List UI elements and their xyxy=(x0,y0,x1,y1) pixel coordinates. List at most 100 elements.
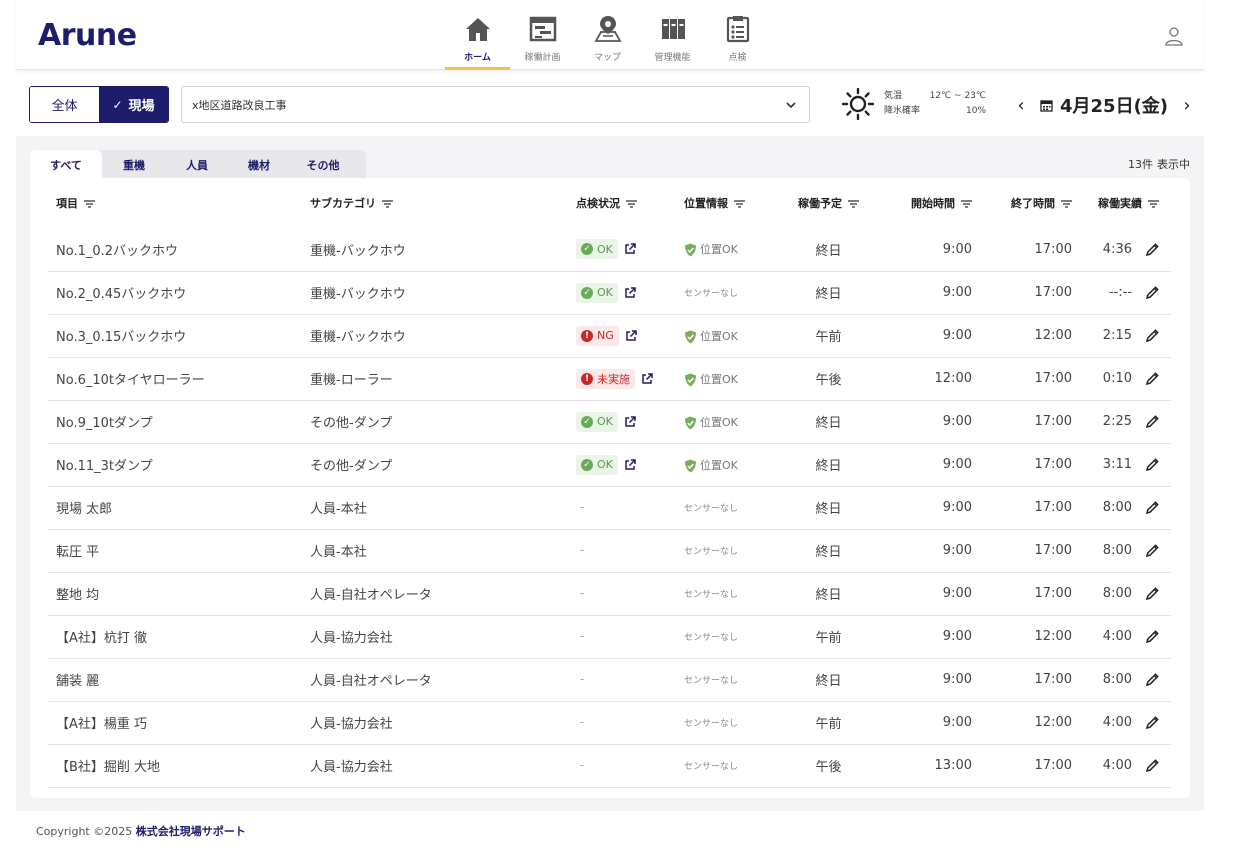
table-row[interactable]: No.3_0.15バックホウ 重機-バックホウ! NG 位置OK 午前 9:00 12:00… xyxy=(48,314,1171,358)
edit-pencil-icon[interactable] xyxy=(1146,501,1159,514)
filter-icon[interactable] xyxy=(626,200,637,208)
cell-start-time: 9:00 xyxy=(876,529,974,573)
nav-item-schedule[interactable]: 稼働計画 xyxy=(510,14,575,70)
company-name[interactable]: 株式会社現場サポート xyxy=(136,825,246,838)
table-row[interactable]: 現場 太郎 人員-本社 - センサーなし 終日 9:00 17:00 8:00 xyxy=(48,486,1171,530)
edit-pencil-icon[interactable] xyxy=(1146,242,1159,256)
table-row[interactable]: 整地 均人員-自社オペレータ - センサーなし 終日 9:00 17:00 8:00 xyxy=(48,572,1171,616)
edit-pencil-icon[interactable] xyxy=(1146,415,1159,428)
cell-plan: 午前 xyxy=(781,701,876,745)
tab-other[interactable]: その他 xyxy=(290,150,356,180)
external-link-icon[interactable] xyxy=(624,286,636,299)
column-header-item[interactable]: 項目 xyxy=(48,178,310,228)
cell-location: 位置OK xyxy=(684,443,781,487)
external-link-icon[interactable] xyxy=(625,329,637,342)
sun-icon xyxy=(842,88,874,120)
nav-item-home[interactable]: ホーム xyxy=(445,14,510,70)
filter-icon[interactable] xyxy=(1061,200,1072,208)
tab-equipment[interactable]: 機材 xyxy=(228,150,290,180)
edit-pencil-icon[interactable] xyxy=(1146,329,1159,342)
scope-site-button[interactable]: ✓ 現場 xyxy=(99,87,168,122)
table-row[interactable]: 【B社】掘削 大地 人員-協力会社 - センサーなし 午後 13:00 17:00 4:00 xyxy=(48,744,1171,788)
table-row[interactable]: No.9_10tダンプ その他-ダンプ ✓ OK 位置OK 終日 9:00 17:00 2:25 xyxy=(48,400,1171,444)
next-day-button[interactable]: › xyxy=(1178,95,1196,116)
nav-item-inspection[interactable]: 点検 xyxy=(705,14,770,70)
filter-icon[interactable] xyxy=(734,200,745,208)
table-row[interactable]: 舗装 麗人員-自社オペレータ - センサーなし 終日 9:00 17:00 8:00 xyxy=(48,658,1171,702)
actual-time: 4:00 xyxy=(1102,758,1132,773)
table-row[interactable]: No.11_3tダンプ その他-ダンプ ✓ OK 位置OK 終日 9:00 17:00 3:11 xyxy=(48,443,1171,487)
cell-subcategory: 重機-バックホウ xyxy=(310,271,576,315)
external-link-icon[interactable] xyxy=(624,458,636,471)
tab-all[interactable]: すべて xyxy=(30,150,102,180)
tab-personnel[interactable]: 人員 xyxy=(166,150,228,180)
cell-item: No.11_3tダンプ xyxy=(48,443,310,487)
column-header-subcategory[interactable]: サブカテゴリ xyxy=(310,178,576,228)
edit-pencil-icon[interactable] xyxy=(1146,544,1159,557)
filter-icon[interactable] xyxy=(961,200,972,208)
column-header-inspection[interactable]: 点検状況 xyxy=(576,178,684,228)
actual-time: 8:00 xyxy=(1102,586,1132,601)
external-link-icon[interactable] xyxy=(641,372,653,385)
site-select[interactable]: x地区道路改良工事 xyxy=(181,86,810,123)
inspection-status: - xyxy=(580,672,585,686)
tab-heavy-machinery[interactable]: 重機 xyxy=(102,150,166,180)
cell-location: 位置OK xyxy=(684,400,781,444)
table-row[interactable]: 【A社】楊重 巧人員-協力会社 - センサーなし 午前 9:00 12:00 4:00 xyxy=(48,701,1171,745)
cell-start-time: 9:00 xyxy=(876,400,974,444)
column-header-start[interactable]: 開始時間 xyxy=(876,178,974,228)
shield-check-icon xyxy=(685,459,696,472)
edit-pencil-icon[interactable] xyxy=(1146,673,1159,686)
external-link-icon[interactable] xyxy=(624,415,636,428)
edit-pencil-icon[interactable] xyxy=(1146,759,1159,772)
cell-end-time: 12:00 xyxy=(974,615,1072,659)
table-row[interactable]: No.6_10tタイヤローラー 重機-ローラー! 未実施 位置OK 午後 12:00 17:… xyxy=(48,357,1171,401)
table-row[interactable]: No.1_0.2バックホウ 重機-バックホウ ✓ OK 位置OK 終日 9:00 17:00 4… xyxy=(48,228,1171,272)
content-panel: すべて 重機 人員 機材 その他 13件 表示中 項目 サブカテゴリ 点検状況 位… xyxy=(16,136,1204,811)
edit-pencil-icon[interactable] xyxy=(1146,716,1159,729)
edit-pencil-icon[interactable] xyxy=(1146,372,1159,385)
column-header-end[interactable]: 終了時間 xyxy=(974,178,1072,228)
actual-time: 4:00 xyxy=(1102,629,1132,644)
app-logo[interactable]: Arune xyxy=(38,18,137,53)
nav-item-management[interactable]: 管理機能 xyxy=(640,14,705,70)
filter-icon[interactable] xyxy=(382,200,393,208)
nav-item-map[interactable]: マップ xyxy=(575,14,640,70)
cell-inspection: - xyxy=(576,658,684,702)
cell-location: センサーなし xyxy=(684,486,781,530)
external-link-icon[interactable] xyxy=(624,243,636,255)
edit-pencil-icon[interactable] xyxy=(1146,458,1159,471)
edit-pencil-icon[interactable] xyxy=(1146,587,1159,600)
shield-check-icon xyxy=(685,330,696,343)
cell-start-time: 9:00 xyxy=(876,615,974,659)
check-circle-icon: ✓ xyxy=(581,458,593,471)
filter-icon[interactable] xyxy=(84,200,95,208)
column-header-plan[interactable]: 稼働予定 xyxy=(781,178,876,228)
location-status: 位置OK xyxy=(700,458,738,472)
edit-pencil-icon[interactable] xyxy=(1146,286,1159,299)
cell-start-time: 12:00 xyxy=(876,357,974,401)
table-row[interactable]: 転圧 平人員-本社 - センサーなし 終日 9:00 17:00 8:00 xyxy=(48,529,1171,573)
table-row[interactable]: 【A社】杭打 徹人員-協力会社 - センサーなし 午前 9:00 12:00 4:00 xyxy=(48,615,1171,659)
column-label: 稼働予定 xyxy=(798,197,842,210)
cell-end-time: 17:00 xyxy=(974,572,1072,616)
prev-day-button[interactable]: ‹ xyxy=(1012,95,1030,116)
inspection-badge-ok: ✓ OK xyxy=(576,239,618,260)
user-icon[interactable] xyxy=(1164,26,1184,46)
scope-toggle: 全体 ✓ 現場 xyxy=(29,86,169,123)
table-row[interactable]: No.2_0.45バックホウ 重機-バックホウ ✓ OK センサーなし 終日 9:00 17:… xyxy=(48,271,1171,315)
cell-item: 【B社】掘削 大地 xyxy=(48,744,310,788)
edit-pencil-icon[interactable] xyxy=(1146,630,1159,643)
cell-plan: 終日 xyxy=(781,572,876,616)
inspection-status: OK xyxy=(597,286,613,299)
column-header-actual[interactable]: 稼働実績 xyxy=(1072,178,1171,228)
cell-location: センサーなし xyxy=(684,615,781,659)
scope-all-button[interactable]: 全体 xyxy=(30,87,99,122)
filter-icon[interactable] xyxy=(1148,200,1159,208)
result-count-label: 表示中 xyxy=(1157,158,1190,171)
location-status: センサーなし xyxy=(684,676,739,686)
filter-icon[interactable] xyxy=(848,200,859,208)
column-header-location[interactable]: 位置情報 xyxy=(684,178,781,228)
location-status: センサーなし xyxy=(684,633,739,643)
current-date[interactable]: 4月25日(金) xyxy=(1060,92,1168,118)
